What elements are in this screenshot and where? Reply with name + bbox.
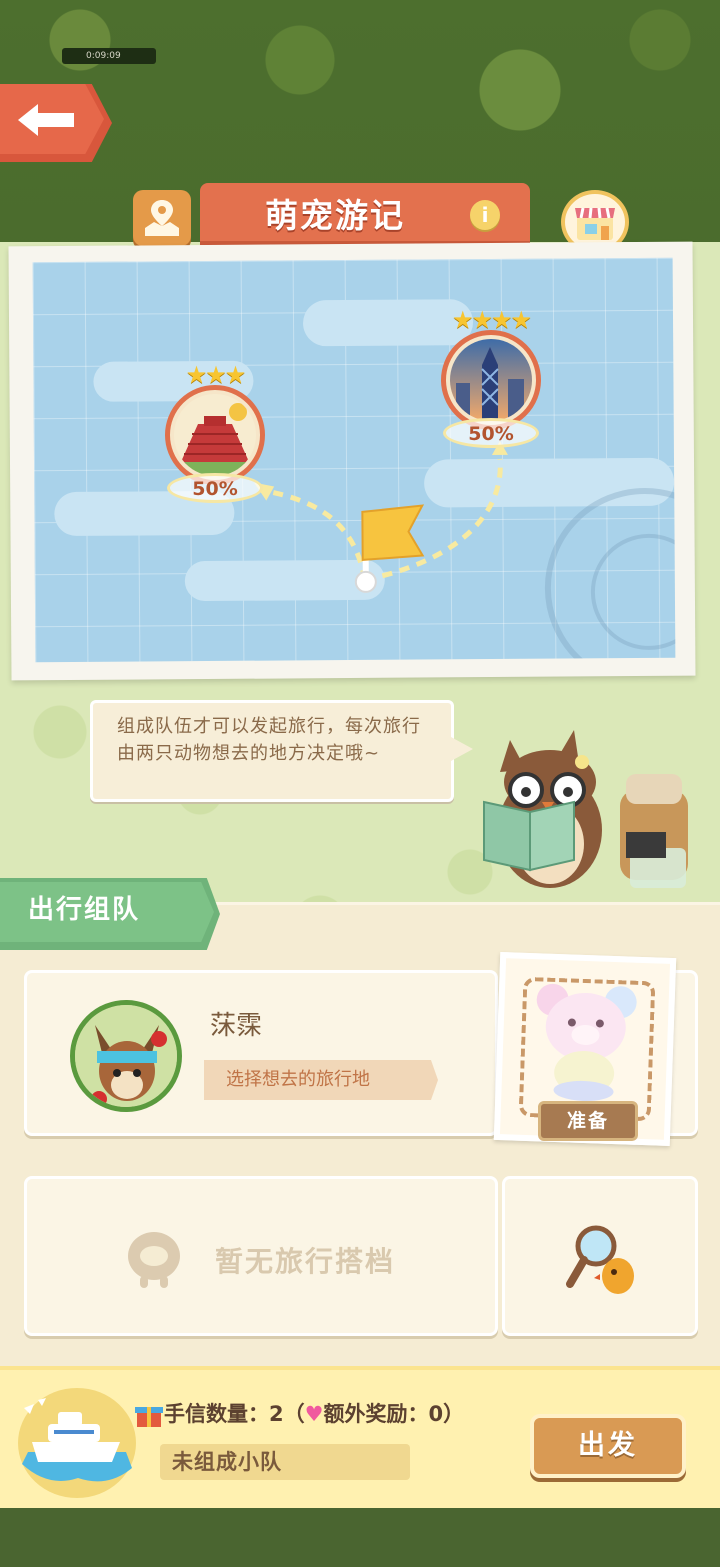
member-avatar[interactable] (70, 1000, 182, 1112)
destination-city[interactable]: ★★★★ 50% (441, 306, 541, 448)
depart-button[interactable]: 出发 (530, 1414, 686, 1478)
ship-icon (18, 1388, 136, 1498)
shop-icon (575, 207, 615, 240)
arrow-left-icon (18, 104, 74, 136)
no-partner-label: 暂无旅行搭档 (215, 1245, 396, 1278)
map-pin-icon (145, 200, 179, 236)
bear-pet-icon (536, 983, 637, 1102)
pyramid-picture (174, 394, 256, 476)
hint-text: 组成队伍才可以发起旅行，每次旅行由两只动物想去的地方决定哦~ (117, 716, 421, 764)
heart-icon: ♥ (304, 1402, 324, 1426)
progress-badge: 50% (167, 473, 263, 503)
member-name: 莯霂 (210, 1011, 263, 1041)
map-sea (32, 257, 676, 663)
bonus-label: 额外奖励：0） (323, 1402, 465, 1426)
team-status: 未组成小队 (160, 1444, 410, 1480)
owl-guide-icon (483, 730, 688, 888)
info-icon[interactable]: i (470, 200, 500, 230)
letters-count-row: 手信数量：2（♥额外奖励：0） (134, 1396, 464, 1432)
team-banner: 出行组队 (0, 878, 220, 950)
title-tab: 萌宠游记 i (200, 183, 530, 245)
map-location-button[interactable] (133, 190, 191, 246)
route-paths (254, 440, 508, 593)
ready-button[interactable]: 准备 (538, 1101, 638, 1141)
destination-pyramid[interactable]: ★★★ 50% (165, 361, 265, 503)
magnifier-search-icon[interactable] (566, 1220, 642, 1300)
hint-bubble: 组成队伍才可以发起旅行，每次旅行由两只动物想去的地方决定哦~ (90, 700, 473, 802)
page-title: 萌宠游记 (265, 196, 405, 235)
gift-icon (135, 1407, 163, 1427)
bottom-game-strip (0, 1508, 720, 1567)
select-destination-button[interactable]: 选择想去的旅行地 (204, 1060, 438, 1100)
timer-display: 0:09:09 (62, 48, 156, 64)
city-picture (450, 339, 532, 421)
back-button[interactable] (0, 84, 112, 162)
letters-count-label: 手信数量：2（ (164, 1402, 305, 1426)
empty-partner-icon (128, 1232, 180, 1288)
progress-badge: 50% (443, 418, 539, 448)
world-map (8, 241, 696, 681)
team-title: 出行组队 (28, 895, 141, 925)
